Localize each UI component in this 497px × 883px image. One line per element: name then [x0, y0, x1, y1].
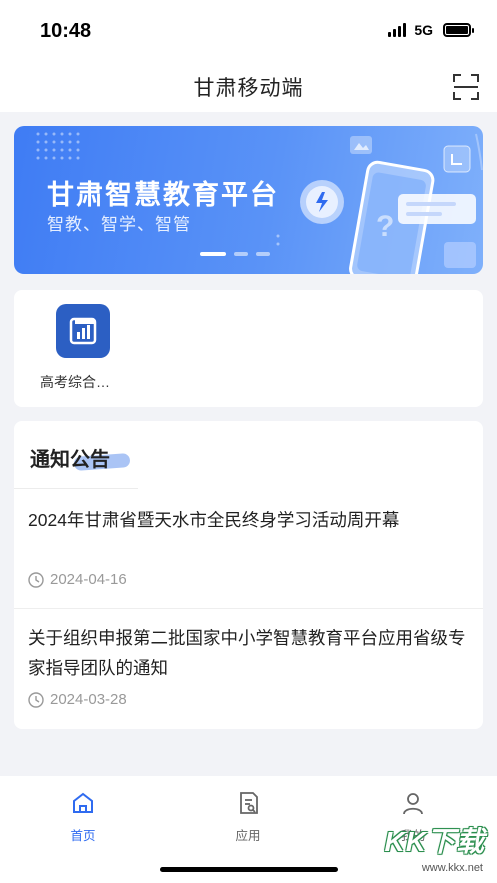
notice-date: 2024-04-16 — [28, 571, 127, 588]
status-indicators: 5G — [388, 22, 474, 38]
status-time: 10:48 — [40, 20, 92, 42]
tab-apps[interactable]: 应用 — [208, 790, 288, 844]
page-title: 甘肃移动端 — [193, 77, 304, 100]
app-icon-bg — [56, 304, 110, 358]
notice-date-text: 2024-03-28 — [50, 691, 127, 708]
app-item-gaokao[interactable]: 高考综合… — [38, 304, 128, 392]
svg-text:?: ? — [376, 210, 394, 243]
nav-bar: 甘肃移动端 — [0, 62, 497, 112]
app-label: 高考综合… — [40, 374, 110, 390]
watermark-logo: KK下载 — [384, 826, 485, 857]
tab-label: 应用 — [235, 829, 261, 843]
notice-date-text: 2024-04-16 — [50, 571, 127, 588]
notice-item[interactable]: 关于组织申报第二批国家中小学智慧教育平台应用省级专家指导团队的通知 2024-0… — [28, 623, 469, 708]
pager-dot[interactable] — [200, 252, 226, 256]
notice-section: 通知公告 2024年甘肃省暨天水市全民终身学习活动周开幕 2024-04-16 … — [14, 421, 483, 729]
home-indicator[interactable] — [160, 867, 338, 872]
pager-dot[interactable] — [256, 252, 270, 256]
notice-text: 关于组织申报第二批国家中小学智慧教育平台应用省级专家指导团队的通知 — [28, 628, 466, 678]
status-bar: 10:48 5G — [0, 0, 497, 62]
divider — [14, 608, 483, 609]
tab-label: 首页 — [70, 829, 96, 843]
chart-book-icon — [69, 317, 97, 345]
app-grid: 高考综合… — [14, 290, 483, 407]
notice-text: 2024年甘肃省暨天水市全民终身学习活动周开幕 — [28, 510, 400, 530]
notice-item[interactable]: 2024年甘肃省暨天水市全民终身学习活动周开幕 2024-04-16 — [28, 505, 469, 588]
scan-button[interactable] — [451, 72, 481, 102]
divider — [14, 488, 138, 489]
watermark: KK下载 www.kkx.net — [369, 818, 489, 880]
banner-carousel[interactable]: 甘肃智慧教育平台 智教、智学、智管 ? — [14, 126, 483, 274]
tab-home[interactable]: 首页 — [43, 790, 123, 844]
watermark-url: www.kkx.net — [421, 862, 483, 874]
banner-title: 甘肃智慧教育平台 — [47, 180, 279, 210]
network-type: 5G — [414, 22, 433, 38]
home-icon — [73, 792, 93, 813]
dots-decoration — [36, 132, 80, 160]
carousel-pager[interactable] — [200, 252, 270, 256]
banner-subtitle: 智教、智学、智管 — [47, 215, 191, 234]
notice-header: 通知公告 — [30, 443, 131, 472]
pager-dot[interactable] — [234, 252, 248, 256]
profile-icon — [403, 793, 423, 815]
scan-icon — [453, 74, 479, 100]
clock-icon — [28, 691, 44, 708]
phone-illustration: ? — [276, 133, 483, 274]
notice-date: 2024-03-28 — [28, 691, 127, 708]
clock-icon — [28, 571, 44, 588]
battery-icon — [443, 23, 474, 37]
apps-icon — [240, 792, 258, 814]
signal-icon — [388, 23, 407, 37]
notice-title: 通知公告 — [30, 449, 110, 471]
